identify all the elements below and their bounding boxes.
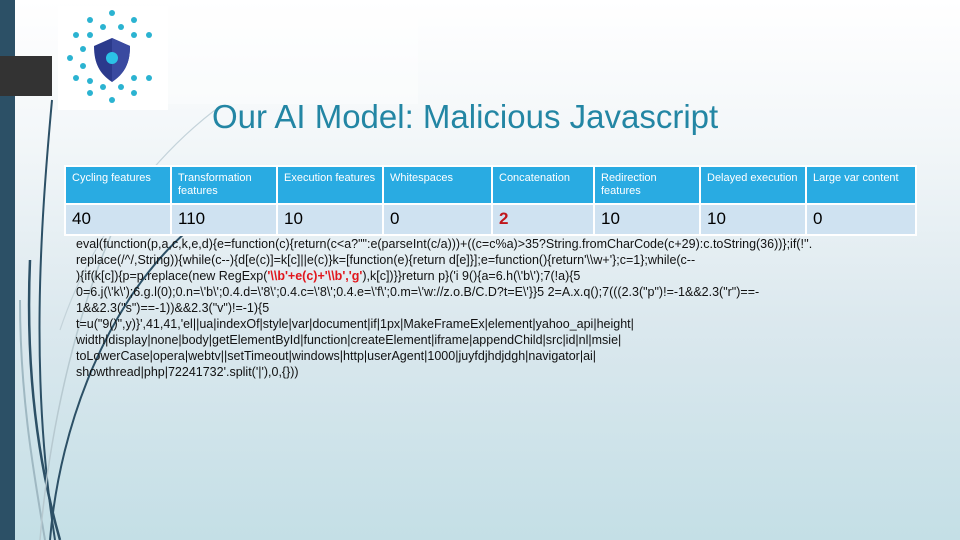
table-header-cell: Whitespaces	[384, 167, 491, 203]
code-text: width|display|none|body|getElementById|f…	[76, 333, 622, 347]
code-text: t=u("9()",y)}',41,41,'el||ua|indexOf|sty…	[76, 317, 634, 331]
table-cell: 10	[701, 205, 805, 234]
code-line: 1&&2.3("s")==-1))&&2.3("v")!=-1){5	[76, 300, 906, 316]
code-line: eval(function(p,a,c,k,e,d){e=function(c)…	[76, 236, 906, 252]
code-text: eval(function(p,a,c,k,e,d){e=function(c)…	[76, 237, 813, 251]
table-header-cell: Redirection features	[595, 167, 699, 203]
features-table: Cycling features Transformation features…	[64, 165, 917, 236]
code-text: showthread|php|72241732'.split('|'),0,{}…	[76, 365, 299, 379]
code-highlight: '\\b'+e(c)+'\\b','g'	[267, 269, 363, 283]
code-text: 1&&2.3("s")==-1))&&2.3("v")!=-1){5	[76, 301, 270, 315]
slide-title: Our AI Model: Malicious Javascript	[212, 98, 719, 135]
code-line: replace(/^/,String)){while(c--){d[e(c)]=…	[76, 252, 906, 268]
table-header-cell: Concatenation	[493, 167, 593, 203]
left-accent-block	[0, 56, 52, 96]
code-line: ){if(k[c]){p=p.replace(new RegExp('\\b'+…	[76, 268, 906, 284]
table-header-cell: Execution features	[278, 167, 382, 203]
logo-wordmark-faded	[168, 16, 418, 104]
code-text: ),k[c])}}return p}('i 9(){a=6.h(\'b\');7…	[362, 269, 581, 283]
code-line: t=u("9()",y)}',41,41,'el||ua|indexOf|sty…	[76, 316, 906, 332]
table-cell-highlighted: 2	[493, 205, 593, 234]
table-cell: 10	[278, 205, 382, 234]
code-line: width|display|none|body|getElementById|f…	[76, 332, 906, 348]
obfuscated-code-sample: eval(function(p,a,c,k,e,d){e=function(c)…	[76, 236, 906, 380]
code-text: replace(/^/,String)){while(c--){d[e(c)]=…	[76, 253, 696, 267]
logo	[58, 6, 168, 110]
code-line: showthread|php|72241732'.split('|'),0,{}…	[76, 364, 906, 380]
table-row: 40 110 10 0 2 10 10 0	[66, 205, 915, 234]
table-header-cell: Delayed execution	[701, 167, 805, 203]
code-line: toLowerCase|opera|webtv||setTimeout|wind…	[76, 348, 906, 364]
shield-dots-icon	[67, 10, 152, 103]
table-header-cell: Large var content	[807, 167, 915, 203]
table-cell: 0	[807, 205, 915, 234]
table-cell: 110	[172, 205, 276, 234]
table-header-cell: Cycling features	[66, 167, 170, 203]
table-cell: 0	[384, 205, 491, 234]
code-text: ){if(k[c]){p=p.replace(new RegExp(	[76, 269, 268, 283]
table-header-cell: Transformation features	[172, 167, 276, 203]
code-text: 0=6.j(\'k\');6.g.l(0);0.n=\'b\';0.4.d=\'…	[76, 285, 760, 299]
table-cell: 10	[595, 205, 699, 234]
code-line: 0=6.j(\'k\');6.g.l(0);0.n=\'b\';0.4.d=\'…	[76, 284, 906, 300]
table-cell: 40	[66, 205, 170, 234]
table-header-row: Cycling features Transformation features…	[66, 167, 915, 203]
code-text: toLowerCase|opera|webtv||setTimeout|wind…	[76, 349, 597, 363]
